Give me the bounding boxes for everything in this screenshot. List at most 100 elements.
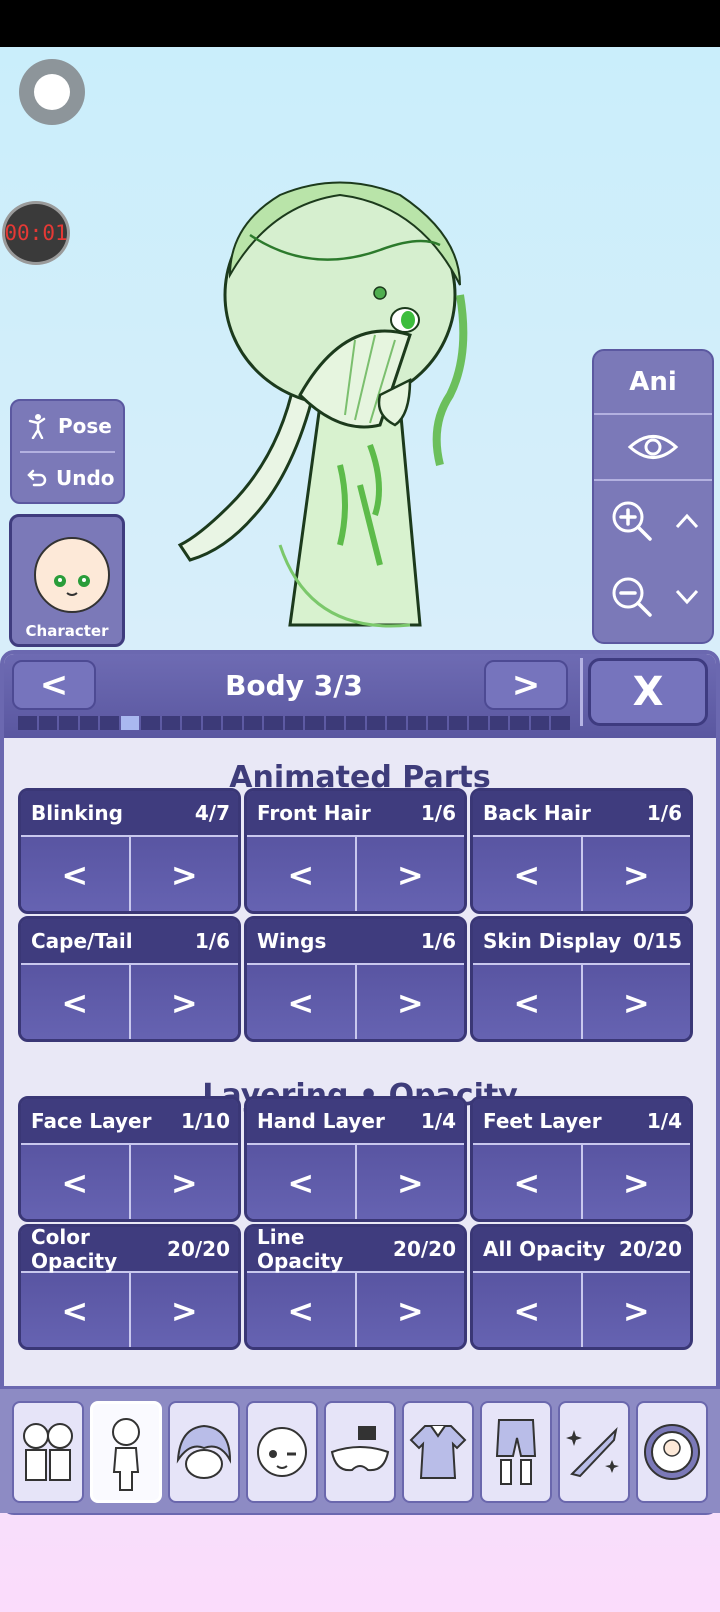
card-label: Face Layer	[31, 1109, 152, 1133]
card-value: 0/15	[632, 929, 682, 953]
shirt-icon	[409, 1425, 467, 1479]
characters-icon	[23, 1423, 73, 1481]
record-timer: 00:01	[2, 201, 70, 265]
ani-button[interactable]: Ani	[594, 351, 712, 415]
color-opacity-next-button[interactable]: >	[130, 1273, 238, 1347]
profile-tab[interactable]	[636, 1401, 708, 1503]
hair-tab[interactable]	[168, 1401, 240, 1503]
zoom-controls	[594, 481, 712, 642]
mask-icon	[330, 1426, 390, 1472]
line-opacity-next-button[interactable]: >	[356, 1273, 464, 1347]
face-icon	[257, 1427, 307, 1477]
card-value: 1/6	[194, 929, 230, 953]
progress-segment	[18, 716, 37, 730]
visibility-button[interactable]	[594, 415, 712, 481]
next-page-button[interactable]: >	[484, 660, 568, 710]
card-label: Skin Display	[483, 929, 622, 953]
chevron-down-icon	[675, 589, 699, 605]
card-value: 4/7	[194, 801, 230, 825]
hand-layer-next-button[interactable]: >	[356, 1145, 464, 1219]
progress-segment	[469, 716, 488, 730]
card-header: Feet Layer 1/4	[473, 1099, 690, 1145]
feet-layer-next-button[interactable]: >	[582, 1145, 690, 1219]
card-header: Cape/Tail 1/6	[21, 919, 238, 965]
card-value: 1/4	[420, 1109, 456, 1133]
card-header: Face Layer 1/10	[21, 1099, 238, 1145]
characters-tab[interactable]	[12, 1401, 84, 1503]
sword-icon	[566, 1426, 619, 1478]
pose-label: Pose	[58, 414, 112, 438]
bottom-clothing-tab[interactable]	[480, 1401, 552, 1503]
color-opacity-prev-button[interactable]: <	[21, 1273, 131, 1347]
progress-segment	[387, 716, 406, 730]
panel-title: Body 3/3	[225, 668, 363, 702]
card-wings: Wings 1/6 < >	[244, 916, 467, 1042]
progress-segment	[264, 716, 283, 730]
undo-button[interactable]: Undo	[12, 453, 123, 503]
progress-segment	[346, 716, 365, 730]
wings-next-button[interactable]: >	[356, 965, 464, 1039]
items-tab[interactable]	[558, 1401, 630, 1503]
pants-icon	[495, 1419, 537, 1485]
top-clothing-tab[interactable]	[402, 1401, 474, 1503]
card-back-hair: Back Hair 1/6 < >	[470, 788, 693, 914]
close-button[interactable]: X	[588, 658, 708, 726]
wings-prev-button[interactable]: <	[247, 965, 357, 1039]
card-label: Hand Layer	[257, 1109, 385, 1133]
progress-segment	[284, 716, 304, 730]
record-button[interactable]	[19, 59, 85, 125]
progress-segment	[38, 716, 58, 730]
face-tab[interactable]	[246, 1401, 318, 1503]
card-label: Blinking	[31, 801, 123, 825]
front-hair-prev-button[interactable]: <	[247, 837, 357, 911]
front-hair-next-button[interactable]: >	[356, 837, 464, 911]
card-header: Wings 1/6	[247, 919, 464, 965]
card-label: Wings	[257, 929, 327, 953]
skin-display-next-button[interactable]: >	[582, 965, 690, 1039]
category-tab-bar	[0, 1386, 720, 1513]
progress-segment	[428, 716, 447, 730]
card-value: 1/6	[420, 801, 456, 825]
feet-layer-prev-button[interactable]: <	[473, 1145, 583, 1219]
pose-button[interactable]: Pose	[12, 401, 123, 451]
progress-segment	[325, 716, 345, 730]
progress-segment	[489, 716, 509, 730]
zoom-out-button[interactable]	[602, 567, 662, 627]
back-hair-next-button[interactable]: >	[582, 837, 690, 911]
card-header: Line Opacity 20/20	[247, 1227, 464, 1273]
card-blinking: Blinking 4/7 < >	[18, 788, 241, 914]
move-down-button[interactable]	[662, 567, 712, 627]
move-up-button[interactable]	[662, 491, 712, 551]
body-icon	[112, 1418, 140, 1491]
line-opacity-prev-button[interactable]: <	[247, 1273, 357, 1347]
all-opacity-prev-button[interactable]: <	[473, 1273, 583, 1347]
eye-icon	[627, 435, 679, 459]
undo-label: Undo	[56, 466, 115, 490]
zoom-in-button[interactable]	[602, 491, 662, 551]
card-label: Cape/Tail	[31, 929, 133, 953]
all-opacity-next-button[interactable]: >	[582, 1273, 690, 1347]
progress-segment	[141, 716, 160, 730]
progress-segment	[120, 716, 140, 730]
accessory-tab[interactable]	[324, 1401, 396, 1503]
face-layer-next-button[interactable]: >	[130, 1145, 238, 1219]
cape-tail-prev-button[interactable]: <	[21, 965, 131, 1039]
back-hair-prev-button[interactable]: <	[473, 837, 583, 911]
card-value: 1/6	[646, 801, 682, 825]
skin-display-prev-button[interactable]: <	[473, 965, 583, 1039]
cape-tail-next-button[interactable]: >	[130, 965, 238, 1039]
blinking-prev-button[interactable]: <	[21, 837, 131, 911]
card-cape-tail: Cape/Tail 1/6 < >	[18, 916, 241, 1042]
character-button[interactable]: Character	[9, 514, 125, 647]
body-tab[interactable]	[90, 1401, 162, 1503]
blinking-next-button[interactable]: >	[130, 837, 238, 911]
face-layer-prev-button[interactable]: <	[21, 1145, 131, 1219]
card-label: All Opacity	[483, 1237, 606, 1261]
progress-segment	[305, 716, 324, 730]
hand-layer-prev-button[interactable]: <	[247, 1145, 357, 1219]
card-header: Skin Display 0/15	[473, 919, 690, 965]
card-line-opacity: Line Opacity 20/20 < >	[244, 1224, 467, 1350]
card-feet-layer: Feet Layer 1/4 < >	[470, 1096, 693, 1222]
prev-page-button[interactable]: <	[12, 660, 96, 710]
card-face-layer: Face Layer 1/10 < >	[18, 1096, 241, 1222]
